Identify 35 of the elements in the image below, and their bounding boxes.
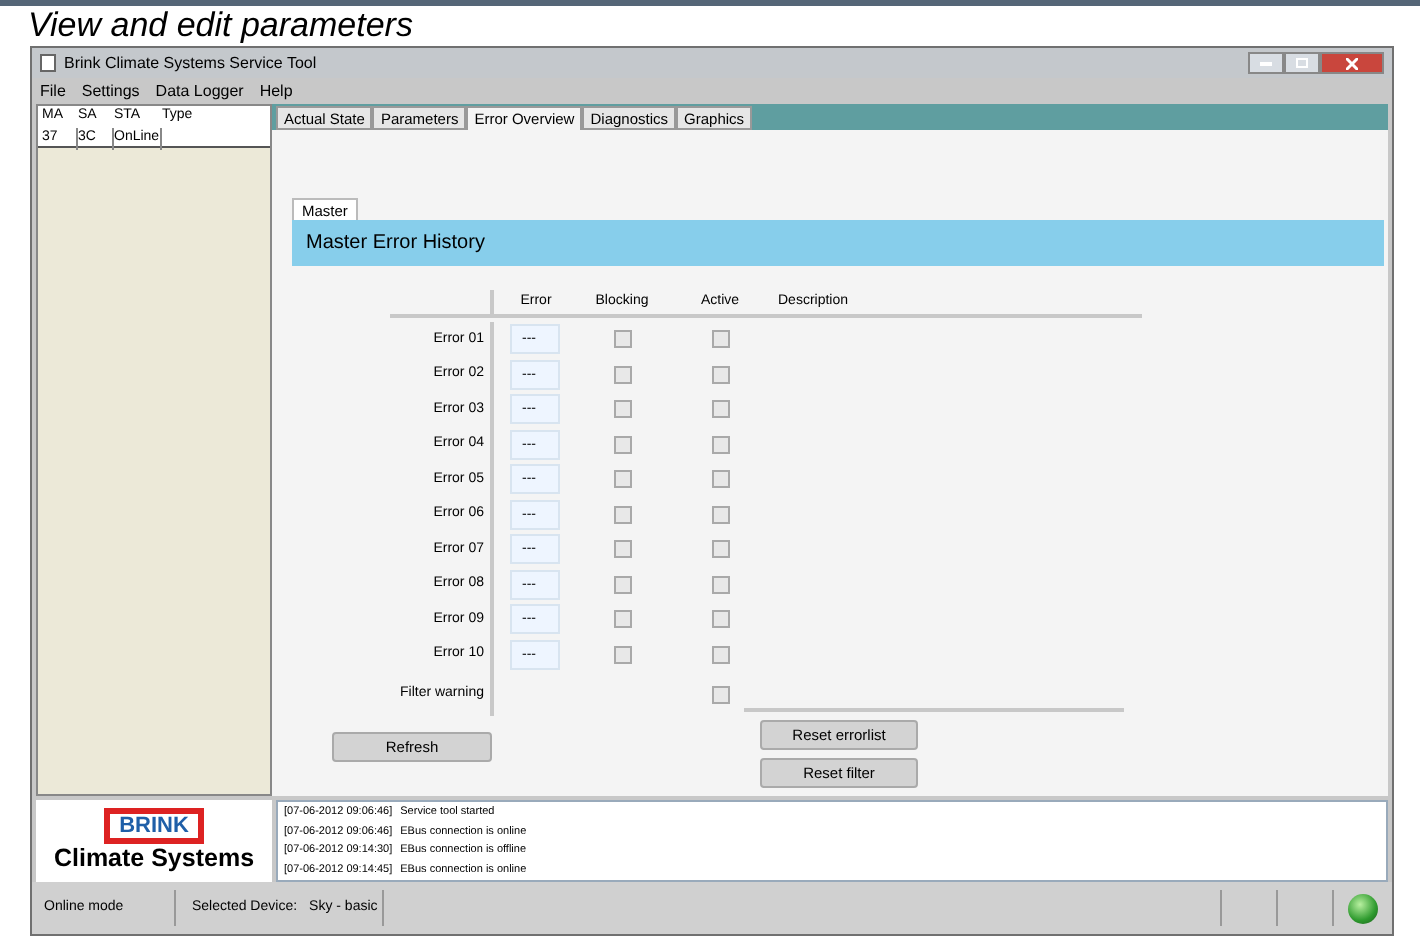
checkbox[interactable] <box>613 610 631 629</box>
checkbox[interactable] <box>711 505 729 524</box>
minimize-button[interactable] <box>1248 52 1284 74</box>
window-title: Brink Climate Systems Service Tool <box>64 51 317 75</box>
checkbox[interactable] <box>711 540 729 559</box>
checkbox[interactable] <box>711 685 729 703</box>
maximize-button[interactable] <box>1284 52 1320 74</box>
logo-tagline: Climate Systems <box>53 844 255 874</box>
checkbox[interactable] <box>613 505 631 524</box>
checkbox[interactable] <box>711 575 729 594</box>
checkbox[interactable] <box>613 400 631 419</box>
checkbox[interactable] <box>711 400 729 419</box>
checkbox[interactable] <box>613 645 631 664</box>
checkbox[interactable] <box>711 435 729 454</box>
app-icon <box>40 54 56 72</box>
menu-item[interactable]: Help <box>259 79 293 103</box>
checkbox[interactable] <box>613 435 631 454</box>
close-icon <box>1346 57 1358 69</box>
checkbox[interactable] <box>711 470 729 489</box>
checkbox[interactable] <box>711 645 729 664</box>
section-header: Master Error History <box>292 220 1384 266</box>
close-button[interactable] <box>1320 52 1384 74</box>
checkbox[interactable] <box>613 575 631 594</box>
checkbox[interactable] <box>711 330 729 349</box>
brand-logo: BRINK <box>103 808 205 844</box>
menu-item[interactable]: Settings <box>81 79 140 103</box>
checkbox[interactable] <box>711 365 729 384</box>
checkbox[interactable] <box>613 365 631 384</box>
checkbox[interactable] <box>711 610 729 629</box>
checkbox[interactable] <box>613 540 631 559</box>
page-caption: View and edit parameters <box>26 6 415 46</box>
menu-item[interactable]: File <box>40 79 66 103</box>
menu-item[interactable]: Data Logger <box>155 79 244 103</box>
checkbox[interactable] <box>613 470 631 489</box>
checkbox[interactable] <box>613 330 631 349</box>
